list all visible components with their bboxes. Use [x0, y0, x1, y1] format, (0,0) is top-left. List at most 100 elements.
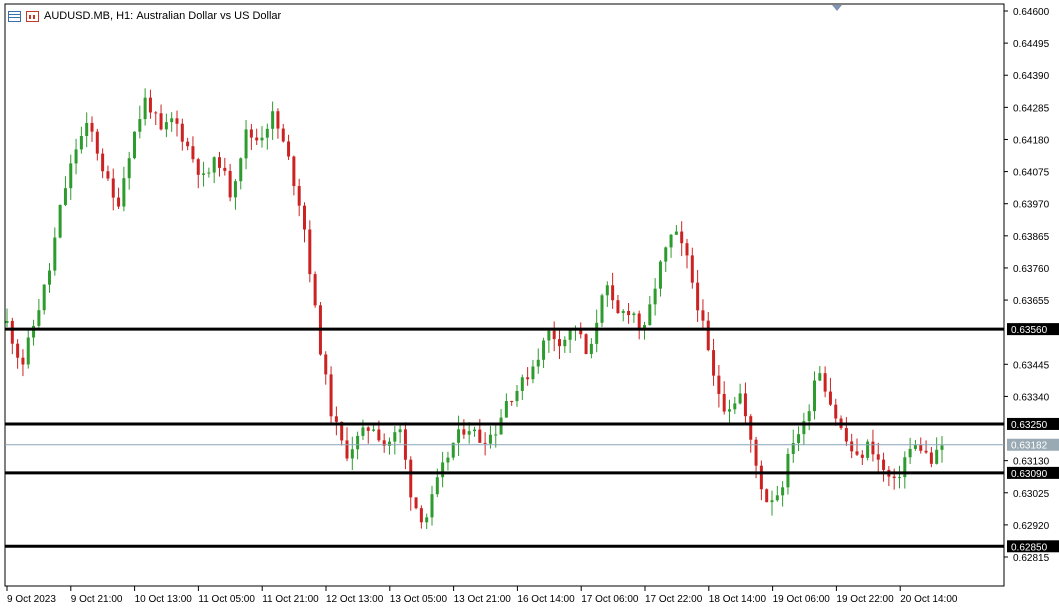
candle-bull: [781, 487, 785, 496]
candle-bull: [138, 119, 142, 132]
candle-bull: [488, 434, 492, 444]
candle-bear: [223, 167, 227, 171]
candle-bear: [637, 313, 641, 328]
candle-bull: [350, 449, 354, 459]
candle-bear: [855, 451, 859, 455]
candle-bear: [478, 429, 482, 443]
candle-bull: [42, 284, 46, 311]
candle-bear: [690, 255, 694, 283]
y-tick-label: 0.64390: [1013, 71, 1050, 82]
candle-bull: [658, 261, 662, 289]
candle-bull: [494, 434, 498, 436]
x-tick-label: 17 Oct 06:00: [581, 594, 639, 605]
x-tick-label: 11 Oct 21:00: [262, 594, 319, 605]
candle-bull: [664, 247, 668, 262]
chart-frame: [4, 3, 1005, 587]
candle-bull: [733, 403, 737, 410]
candle-bear: [95, 131, 99, 154]
y-tick-label: 0.63760: [1013, 264, 1050, 275]
bid-price-label: 0.63182: [1011, 441, 1048, 452]
y-tick-label: 0.63445: [1013, 360, 1050, 371]
level-price-label: 0.63250: [1011, 420, 1048, 431]
candle-bear: [860, 454, 864, 458]
candle-bull: [122, 178, 126, 207]
candle-bear: [101, 153, 105, 172]
candle-bull: [143, 97, 147, 120]
candle-bear: [90, 122, 94, 132]
candle-bull: [37, 310, 41, 326]
candle-bear: [929, 452, 933, 464]
x-tick-label: 9 Oct 2023: [7, 594, 56, 605]
candle-bull: [531, 366, 535, 380]
candle-bear: [276, 111, 280, 129]
price-chart[interactable]: 0.63182 0.63560 0.63250 0.63090 0.62850 0.64…: [0, 0, 1059, 610]
candle-bear: [10, 320, 14, 344]
candle-bear: [749, 416, 753, 440]
candle-bull: [499, 417, 503, 435]
x-tick-label: 11 Oct 05:00: [198, 594, 255, 605]
candle-bull: [133, 131, 136, 159]
candle-bull: [770, 500, 774, 503]
candle-bear: [186, 141, 190, 147]
x-tick-label: 16 Oct 14:00: [517, 594, 575, 605]
candle-bear: [249, 129, 253, 138]
candle-bull: [738, 393, 742, 404]
candle-bear: [329, 374, 333, 417]
candle-bull: [866, 441, 870, 458]
candle-bull: [674, 231, 678, 235]
candle-bear: [255, 137, 259, 141]
candle-bear: [377, 429, 381, 441]
y-tick-label: 0.64495: [1013, 39, 1050, 50]
candle-bear: [196, 159, 200, 175]
candle-bull: [457, 429, 461, 443]
candle-bear: [148, 97, 152, 113]
candle-bull: [797, 434, 801, 443]
candle-bull: [898, 477, 901, 479]
candle-bear: [717, 375, 721, 394]
candle-bull: [85, 122, 89, 136]
candle-bear: [16, 343, 20, 358]
candle-bear: [765, 489, 769, 503]
candle-bear: [680, 231, 684, 244]
candle-bear: [696, 282, 700, 311]
y-tick-label: 0.64180: [1013, 135, 1050, 146]
candle-bull: [425, 517, 429, 523]
candle-bear: [558, 339, 561, 347]
candle-bull: [26, 337, 30, 365]
candle-bull: [648, 304, 652, 326]
candle-bear: [287, 141, 291, 157]
candle-bear: [754, 439, 758, 466]
candle-bull: [58, 204, 62, 238]
y-tick-label: 0.63865: [1013, 232, 1050, 243]
x-tick-label: 17 Oct 22:00: [645, 594, 703, 605]
candle-bull: [818, 373, 822, 381]
candle-bull: [467, 431, 471, 435]
candle-bull: [547, 330, 551, 341]
candle-bull: [265, 128, 269, 138]
candle-bull: [69, 163, 73, 189]
level-price-label: 0.63090: [1011, 469, 1048, 480]
candle-bull: [913, 445, 917, 449]
candle-bull: [600, 295, 604, 323]
candle-bull: [202, 173, 206, 175]
candle-bull: [504, 401, 508, 418]
candle-bear: [111, 178, 115, 198]
candle-bull: [271, 111, 275, 129]
candle-bear: [419, 508, 423, 523]
candle-bear: [892, 476, 896, 478]
candle-bear: [584, 334, 588, 355]
candle-bull: [398, 429, 402, 433]
candle-bear: [334, 416, 338, 422]
candle-bear: [281, 128, 285, 142]
candle-bull: [940, 445, 944, 450]
x-tick-label: 12 Oct 13:00: [326, 594, 384, 605]
candle-bear: [154, 112, 158, 114]
candle-bull: [669, 234, 673, 248]
candle-bear: [871, 441, 875, 455]
candle-bear: [701, 310, 705, 321]
candle-bear: [712, 350, 716, 376]
candle-bear: [292, 156, 296, 187]
candle-bear: [627, 310, 631, 316]
candle-bull: [653, 288, 657, 305]
candle-bull: [53, 237, 57, 271]
